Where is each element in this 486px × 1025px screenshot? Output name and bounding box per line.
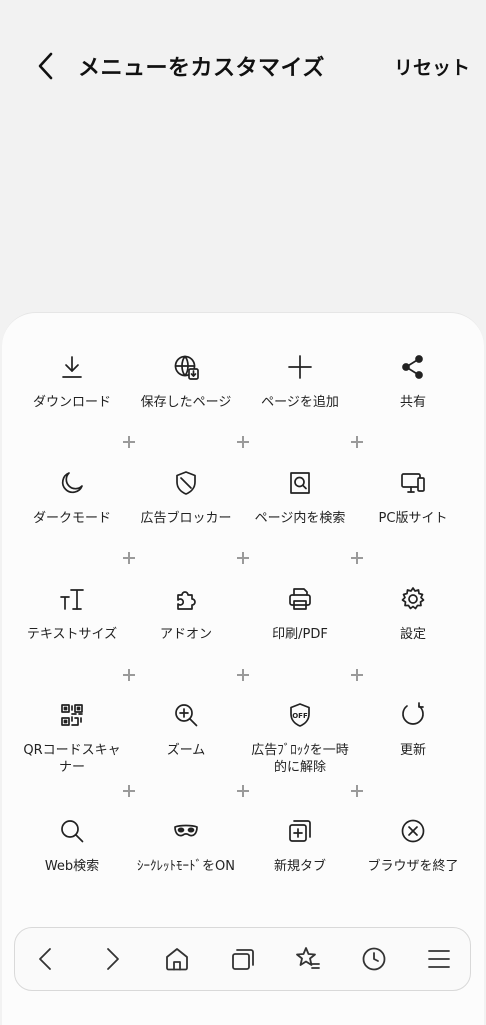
back-arrow-icon — [39, 948, 51, 970]
nav-forward-button[interactable] — [95, 942, 129, 976]
menu-item-label: ブラウザを終了 — [367, 859, 459, 874]
menu-item[interactable]: アドオン — [128, 584, 244, 684]
menu-item-label: ダウンロード — [32, 395, 111, 410]
refresh-icon — [398, 700, 428, 730]
close-circle-icon — [398, 816, 428, 846]
menu-item-label: 広告ブロッカー — [140, 511, 232, 526]
plus-icon — [285, 352, 315, 382]
grid-plus-marker — [351, 785, 363, 797]
grid-plus-marker — [123, 552, 135, 564]
desktop-icon — [398, 468, 428, 498]
menu-item-label: ダークモード — [32, 511, 111, 526]
chevron-left-icon — [38, 52, 53, 80]
grid-plus-marker — [237, 436, 249, 448]
menu-item[interactable]: ダークモード — [14, 468, 130, 568]
menu-item[interactable]: Web検索 — [14, 816, 130, 916]
menu-item-label: ズーム — [166, 743, 206, 758]
grid-plus-marker — [123, 669, 135, 681]
mask-icon — [171, 816, 201, 846]
menu-item[interactable]: ダウンロード — [14, 352, 130, 452]
page-title: メニューをカスタマイズ — [78, 56, 325, 81]
menu-item[interactable]: ｼｰｸﾚｯﾄﾓｰﾄﾞをON — [128, 816, 244, 916]
menu-item[interactable]: ページを追加 — [242, 352, 358, 452]
ad-block-off-icon: OFF — [285, 700, 315, 730]
history-clock-icon — [362, 947, 386, 971]
bottom-navigation-bar — [14, 927, 471, 991]
menu-item-label: ページ内を検索 — [254, 511, 346, 526]
back-button[interactable] — [28, 48, 64, 84]
nav-menu-button[interactable] — [422, 942, 456, 976]
menu-item-label: テキストサイズ — [26, 627, 118, 642]
menu-item-label: 更新 — [399, 743, 426, 758]
menu-item[interactable]: ズーム — [128, 700, 244, 800]
new-tab-icon — [285, 816, 315, 846]
menu-item[interactable]: 新規タブ — [242, 816, 358, 916]
menu-item[interactable]: ブラウザを終了 — [355, 816, 471, 916]
menu-item[interactable]: ページ内を検索 — [242, 468, 358, 568]
tabs-icon — [232, 949, 254, 970]
menu-item[interactable]: 広告ブロッカー — [128, 468, 244, 568]
menu-item-label: ページを追加 — [261, 395, 339, 410]
menu-icon — [428, 950, 450, 968]
menu-item[interactable]: 保存したページ — [128, 352, 244, 452]
shield-icon — [171, 468, 201, 498]
printer-icon — [285, 584, 315, 614]
zoom-in-icon — [171, 700, 201, 730]
share-icon — [398, 352, 428, 382]
menu-item[interactable]: QRコードスキャナー — [14, 700, 130, 800]
saved-pages-icon — [171, 352, 201, 382]
home-icon — [166, 948, 188, 971]
grid-plus-marker — [237, 552, 249, 564]
nav-back-button[interactable] — [29, 942, 63, 976]
download-icon — [57, 352, 87, 382]
menu-item-label: 印刷/PDF — [272, 627, 328, 642]
puzzle-icon — [171, 584, 201, 614]
grid-plus-marker — [351, 436, 363, 448]
nav-history-button[interactable] — [357, 942, 391, 976]
menu-item[interactable]: テキストサイズ — [14, 584, 130, 684]
nav-tabs-button[interactable] — [226, 942, 260, 976]
find-in-page-icon — [285, 468, 315, 498]
grid-plus-marker — [351, 552, 363, 564]
moon-icon — [57, 468, 87, 498]
menu-item[interactable]: 共有 — [355, 352, 471, 452]
menu-item-label: QRコードスキャナー — [23, 743, 121, 775]
search-icon — [57, 816, 87, 846]
text-size-icon — [57, 584, 87, 614]
header: メニューをカスタマイズ リセット — [0, 0, 486, 130]
grid-plus-marker — [237, 669, 249, 681]
menu-item-label: Web検索 — [44, 859, 100, 874]
nav-bookmarks-button[interactable] — [291, 942, 325, 976]
menu-item-label: 設定 — [399, 627, 426, 642]
menu-item[interactable]: 印刷/PDF — [242, 584, 358, 684]
menu-item-label: 新規タブ — [273, 859, 326, 874]
reset-button[interactable]: リセット — [394, 53, 470, 80]
menu-item[interactable]: OFF 広告ﾌﾞﾛｯｸを一時的に解除 — [242, 700, 358, 800]
menu-item-label: 広告ﾌﾞﾛｯｸを一時的に解除 — [251, 743, 349, 775]
grid-plus-marker — [123, 436, 135, 448]
menu-item[interactable]: 設定 — [355, 584, 471, 684]
menu-item-label: アドオン — [159, 627, 212, 642]
grid-plus-marker — [237, 785, 249, 797]
menu-item-label: ｼｰｸﾚｯﾄﾓｰﾄﾞをON — [137, 859, 235, 874]
menu-item-label: PC版サイト — [378, 511, 448, 526]
grid-plus-marker — [123, 785, 135, 797]
svg-text:OFF: OFF — [292, 712, 308, 720]
menu-item[interactable]: 更新 — [355, 700, 471, 800]
menu-item[interactable]: PC版サイト — [355, 468, 471, 568]
grid-plus-marker — [351, 669, 363, 681]
menu-item-label: 保存したページ — [140, 395, 232, 410]
gear-icon — [398, 584, 428, 614]
nav-home-button[interactable] — [160, 942, 194, 976]
bookmark-star-icon — [296, 947, 320, 969]
qr-code-icon — [57, 700, 87, 730]
forward-arrow-icon — [107, 948, 119, 970]
menu-item-label: 共有 — [399, 395, 426, 410]
